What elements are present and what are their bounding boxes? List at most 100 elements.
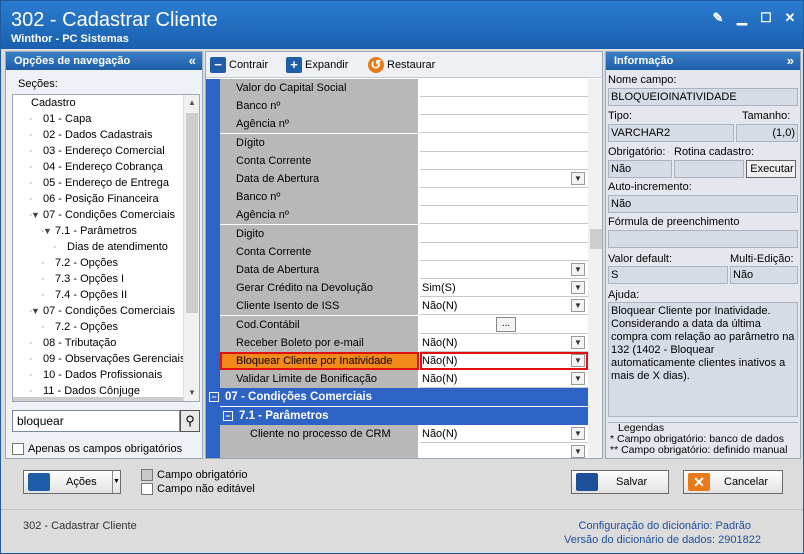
- actions-dropdown-icon[interactable]: ▼: [112, 471, 120, 493]
- field-value[interactable]: Não(N) ▼: [420, 352, 588, 370]
- close-icon[interactable]: ✕: [783, 11, 797, 25]
- sidebar-item[interactable]: · 7.2 - Opções: [13, 319, 183, 335]
- field-value[interactable]: [420, 115, 588, 134]
- grid-row[interactable]: Cliente no processo de CRM Não(N) ▼: [220, 424, 588, 443]
- sidebar-item[interactable]: · 09 - Observações Gerenciais: [13, 351, 185, 367]
- grid-section-header[interactable]: −07 - Condições Comerciais: [206, 388, 588, 407]
- grid-scroll-thumb[interactable]: [590, 229, 602, 249]
- chevron-down-icon[interactable]: ▼: [571, 335, 585, 349]
- field-value[interactable]: [420, 133, 588, 152]
- chevron-down-icon[interactable]: ▼: [571, 354, 585, 367]
- only-required-checkbox[interactable]: Apenas os campos obrigatórios: [12, 443, 182, 456]
- grid-row[interactable]: Conta Corrente: [220, 242, 588, 261]
- chevron-down-icon[interactable]: ▼: [571, 172, 585, 185]
- collapse-panel-icon[interactable]: «: [189, 52, 196, 70]
- cancel-button[interactable]: ✕ Cancelar: [683, 470, 783, 494]
- scroll-down-icon[interactable]: ▼: [184, 385, 199, 401]
- grid-row[interactable]: Cliente Isento de ISS Não(N) ▼: [220, 297, 588, 316]
- grid-scrollbar[interactable]: [588, 79, 602, 458]
- expand-arrow-icon[interactable]: ▼: [43, 223, 52, 239]
- expand-arrow-icon[interactable]: ▼: [31, 207, 40, 223]
- sidebar-item[interactable]: Cadastro: [13, 95, 183, 111]
- chevron-down-icon[interactable]: ▼: [571, 281, 585, 295]
- minimize-icon[interactable]: ▁: [735, 11, 749, 25]
- grid-row[interactable]: Banco nº: [220, 97, 588, 116]
- sidebar-item[interactable]: · 7.4 - Opções II: [13, 287, 183, 303]
- tree-horizontal-scrollbar[interactable]: [13, 397, 183, 401]
- tree-connector: ·: [29, 193, 33, 205]
- field-value[interactable]: [420, 97, 588, 116]
- sidebar-item[interactable]: · ▼ 7.1 - Parâmetros: [13, 223, 183, 239]
- search-input[interactable]: bloquear: [12, 410, 180, 432]
- sidebar-item[interactable]: · 02 - Dados Cadastrais: [13, 127, 183, 143]
- chevron-down-icon[interactable]: ▼: [571, 263, 585, 276]
- sidebar-item[interactable]: · 05 - Endereço de Entrega: [13, 175, 183, 191]
- field-value[interactable]: ▼: [420, 170, 588, 188]
- grid-row[interactable]: Conta Corrente: [220, 151, 588, 170]
- ellipsis-button[interactable]: ...: [496, 316, 516, 332]
- grid-row[interactable]: Validar Limite de Bonificação Não(N) ▼: [220, 370, 588, 389]
- grid-row[interactable]: Banco nº: [220, 188, 588, 207]
- edit-window-icon[interactable]: ✎: [711, 11, 725, 25]
- tree-scrollbar[interactable]: ▲ ▼: [183, 95, 199, 401]
- grid-row[interactable]: Dígito: [220, 133, 588, 152]
- grid-row[interactable]: Digito: [220, 224, 588, 243]
- scroll-up-icon[interactable]: ▲: [184, 95, 199, 111]
- chevron-down-icon[interactable]: ▼: [571, 372, 585, 386]
- field-value[interactable]: Não(N) ▼: [420, 297, 588, 316]
- grid-row[interactable]: Data de Abertura ▼: [220, 170, 588, 188]
- chevron-down-icon[interactable]: ▼: [571, 299, 585, 313]
- sidebar-item[interactable]: · ▼ 07 - Condições Comerciais: [13, 303, 183, 319]
- grid-row[interactable]: Cod.Contábil...: [220, 315, 588, 334]
- field-value[interactable]: [420, 188, 588, 207]
- field-value[interactable]: Não(N) ▼: [420, 424, 588, 443]
- collapse-button[interactable]: − Contrair: [210, 56, 268, 74]
- field-value[interactable]: [420, 206, 588, 225]
- sidebar-item[interactable]: · 01 - Capa: [13, 111, 183, 127]
- grid-row[interactable]: Agência nº: [220, 115, 588, 134]
- grid-row[interactable]: Data de Abertura ▼: [220, 261, 588, 279]
- tree-scroll-thumb[interactable]: [186, 113, 198, 313]
- chevron-down-icon[interactable]: ▼: [571, 426, 585, 440]
- field-value[interactable]: Não(N) ▼: [420, 333, 588, 352]
- grid-section-header[interactable]: −7.1 - Parâmetros: [206, 406, 588, 425]
- sidebar-item-label: 7.3 - Opções I: [55, 273, 125, 285]
- sidebar-item[interactable]: · 06 - Posição Financeira: [13, 191, 183, 207]
- sidebar-item[interactable]: · ▼ 07 - Condições Comerciais: [13, 207, 183, 223]
- only-required-box[interactable]: [12, 443, 24, 456]
- actions-button[interactable]: Ações ▼: [23, 470, 121, 494]
- sidebar-item[interactable]: · Dias de atendimento: [13, 239, 183, 255]
- expand-panel-icon[interactable]: »: [787, 52, 794, 70]
- field-value[interactable]: [420, 242, 588, 261]
- field-value[interactable]: [420, 151, 588, 170]
- field-value[interactable]: [420, 79, 588, 97]
- sidebar-item[interactable]: · 7.3 - Opções I: [13, 271, 183, 287]
- grid-row[interactable]: Receber Boleto por e-mail Não(N) ▼: [220, 333, 588, 352]
- field-value[interactable]: Sim(S) ▼: [420, 279, 588, 298]
- field-value[interactable]: ▼: [420, 443, 588, 458]
- sidebar-item[interactable]: · 10 - Dados Profissionais: [13, 367, 183, 383]
- sidebar-item[interactable]: · 7.2 - Opções: [13, 255, 183, 271]
- grid-row[interactable]: Valor do Capital Social: [220, 79, 588, 97]
- sidebar-item[interactable]: · 03 - Endereço Comercial: [13, 143, 183, 159]
- search-icon[interactable]: ⚲: [180, 410, 200, 432]
- restore-button[interactable]: ↺ Restaurar: [368, 56, 435, 74]
- field-value[interactable]: ...: [420, 315, 588, 334]
- grid-row[interactable]: ▼: [220, 443, 588, 458]
- grid-row[interactable]: Agência nº: [220, 206, 588, 225]
- expand-button[interactable]: + Expandir: [286, 56, 348, 74]
- grid-row[interactable]: Bloquear Cliente por Inatividade Não(N) ▼: [220, 352, 588, 370]
- field-value[interactable]: [420, 224, 588, 243]
- grid-row[interactable]: Gerar Crédito na Devolução Sim(S) ▼: [220, 279, 588, 298]
- collapse-section-icon[interactable]: −: [223, 410, 233, 421]
- sidebar-item[interactable]: · 04 - Endereço Cobrança: [13, 159, 183, 175]
- collapse-section-icon[interactable]: −: [209, 392, 219, 403]
- field-value[interactable]: ▼: [420, 261, 588, 279]
- execute-button[interactable]: Executar: [746, 160, 796, 178]
- expand-arrow-icon[interactable]: ▼: [31, 303, 40, 319]
- field-value[interactable]: Não(N) ▼: [420, 370, 588, 389]
- sidebar-item[interactable]: · 08 - Tributação: [13, 335, 183, 351]
- maximize-icon[interactable]: ☐: [759, 11, 773, 25]
- save-button[interactable]: Salvar: [571, 470, 669, 494]
- chevron-down-icon[interactable]: ▼: [571, 445, 585, 458]
